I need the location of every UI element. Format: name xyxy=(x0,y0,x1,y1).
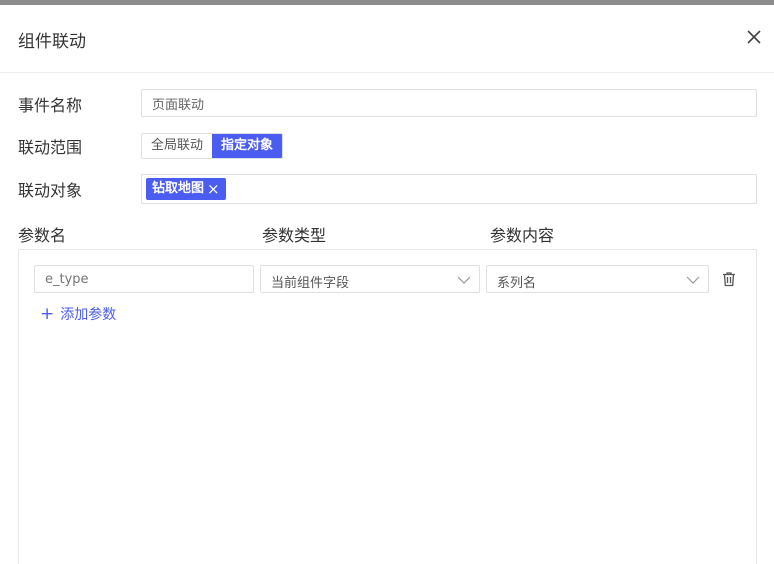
param-type-value: 当前组件字段 xyxy=(271,276,350,291)
trash-icon xyxy=(723,272,735,287)
target-label: 联动对象 xyxy=(18,181,83,200)
param-content-header: 参数内容 xyxy=(490,226,555,245)
scope-option-global[interactable]: 全局联动 xyxy=(142,134,213,158)
scope-segmented-control: 全局联动 指定对象 xyxy=(141,133,284,159)
close-button[interactable] xyxy=(746,29,762,45)
param-name-input[interactable] xyxy=(34,265,254,293)
event-name-input[interactable] xyxy=(141,89,757,117)
target-tag: 钻取地图 × xyxy=(146,178,226,200)
param-list-panel: 当前组件字段 系列名 + 添加参数 xyxy=(18,249,757,564)
scope-option-specific[interactable]: 指定对象 xyxy=(212,134,283,158)
chevron-down-icon xyxy=(457,273,471,287)
add-param-label: 添加参数 xyxy=(60,307,117,323)
param-name-header: 参数名 xyxy=(18,226,67,245)
dialog-title: 组件联动 xyxy=(18,32,86,52)
plus-icon: + xyxy=(40,304,55,324)
param-content-select[interactable]: 系列名 xyxy=(486,265,709,293)
param-type-select[interactable]: 当前组件字段 xyxy=(260,265,480,293)
param-type-header: 参数类型 xyxy=(262,226,327,245)
tag-close-icon[interactable]: × xyxy=(207,178,220,200)
target-tag-label: 钻取地图 xyxy=(152,181,205,196)
scope-label: 联动范围 xyxy=(18,138,83,157)
dialog-header: 组件联动 xyxy=(0,5,774,73)
param-content-value: 系列名 xyxy=(497,276,537,291)
target-tag-input[interactable]: 钻取地图 × xyxy=(141,174,757,204)
close-icon xyxy=(747,30,761,44)
delete-param-button[interactable] xyxy=(721,271,737,287)
chevron-down-icon xyxy=(686,273,700,287)
event-name-label: 事件名称 xyxy=(18,96,83,115)
add-param-button[interactable]: + 添加参数 xyxy=(40,304,116,324)
